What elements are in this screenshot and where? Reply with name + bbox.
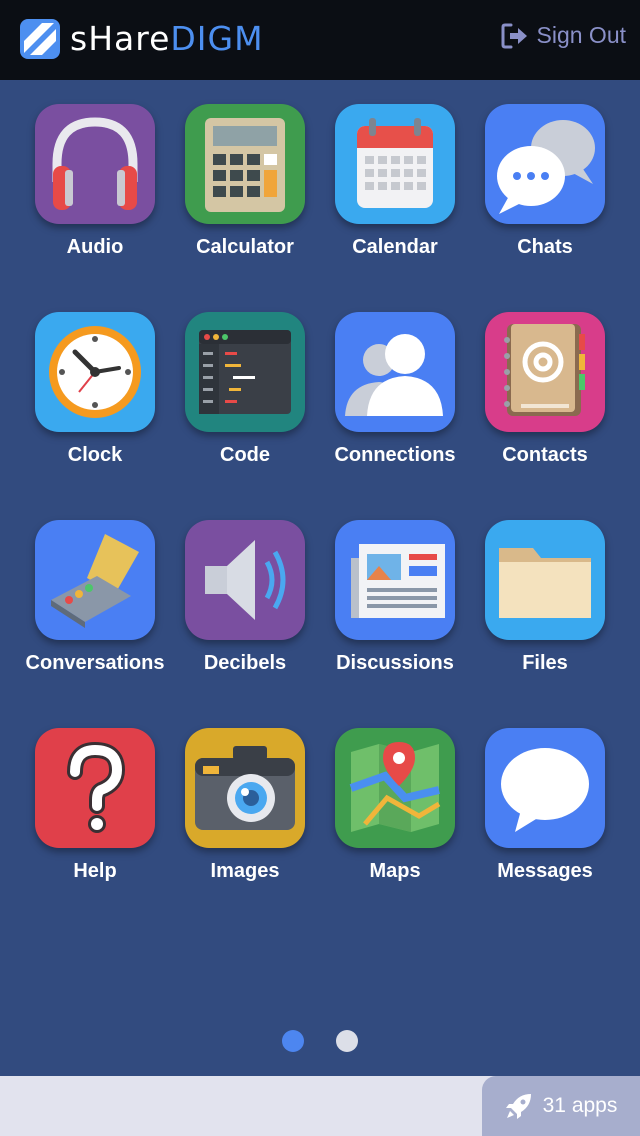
app-conversations[interactable]: Conversations xyxy=(20,520,170,678)
app-tile xyxy=(185,520,305,640)
calculator-icon xyxy=(205,118,285,212)
page-dot-2[interactable] xyxy=(336,1030,358,1052)
brand-part1: sHare xyxy=(70,19,171,58)
sign-out-label: Sign Out xyxy=(536,22,627,48)
logo[interactable]: sHareDIGM xyxy=(20,19,264,59)
address-book-icon xyxy=(504,324,585,416)
sign-out-icon xyxy=(501,23,527,48)
app-messages[interactable]: Messages xyxy=(470,728,620,886)
page-indicator xyxy=(0,1030,640,1052)
app-tile xyxy=(335,312,455,432)
top-bar: sHareDIGM Sign Out xyxy=(0,0,640,80)
app-tile xyxy=(335,520,455,640)
app-tile xyxy=(35,728,155,848)
message-bubble-icon xyxy=(501,748,589,832)
app-tile xyxy=(35,520,155,640)
app-label: Clock xyxy=(67,444,123,466)
app-label: Maps xyxy=(369,860,421,882)
app-help[interactable]: Help xyxy=(20,728,170,886)
app-tile xyxy=(485,520,605,640)
app-calendar[interactable]: Calendar xyxy=(320,104,470,262)
app-label: Calculator xyxy=(196,236,294,258)
app-calculator[interactable]: Calculator xyxy=(170,104,320,262)
question-mark-icon xyxy=(67,741,126,833)
app-files[interactable]: Files xyxy=(470,520,620,678)
page-dot-1[interactable] xyxy=(282,1030,304,1052)
app-clock[interactable]: Clock xyxy=(20,312,170,470)
sign-out-button[interactable]: Sign Out xyxy=(501,22,627,49)
app-tile xyxy=(185,104,305,224)
app-tile xyxy=(335,728,455,848)
newspaper-icon xyxy=(351,544,445,618)
all-apps-button[interactable]: 31 apps xyxy=(482,1076,640,1136)
app-tile xyxy=(335,104,455,224)
rocket-icon xyxy=(505,1094,531,1119)
app-label: Decibels xyxy=(203,652,287,674)
headphones-icon xyxy=(52,117,138,210)
app-label: Audio xyxy=(66,236,124,258)
app-label: Connections xyxy=(334,444,456,466)
app-tile xyxy=(485,728,605,848)
people-icon xyxy=(345,334,443,416)
camera-icon xyxy=(195,746,295,830)
app-tile xyxy=(35,312,155,432)
app-code[interactable]: Code xyxy=(170,312,320,470)
app-maps[interactable]: Maps xyxy=(320,728,470,886)
app-label: Images xyxy=(210,860,280,882)
app-tile xyxy=(185,728,305,848)
brand-part2: DIGM xyxy=(170,19,264,58)
app-discussions[interactable]: Discussions xyxy=(320,520,470,678)
app-images[interactable]: Images xyxy=(170,728,320,886)
apps-count-label: 31 apps xyxy=(542,1094,618,1117)
app-connections[interactable]: Connections xyxy=(320,312,470,470)
clock-icon xyxy=(49,326,141,418)
folder-icon xyxy=(499,548,591,618)
app-label: Calendar xyxy=(352,236,438,258)
app-label: Discussions xyxy=(336,652,454,674)
app-decibels[interactable]: Decibels xyxy=(170,520,320,678)
app-label: Code xyxy=(220,444,270,466)
app-audio[interactable]: Audio xyxy=(20,104,170,262)
app-tile xyxy=(185,312,305,432)
map-icon xyxy=(349,742,441,832)
app-label: Conversations xyxy=(25,652,165,674)
chat-bubbles-icon xyxy=(497,120,595,214)
speaker-icon xyxy=(205,540,286,620)
app-tile xyxy=(35,104,155,224)
code-editor-icon xyxy=(199,330,291,414)
calendar-icon xyxy=(357,118,433,208)
brand-name: sHareDIGM xyxy=(70,19,264,59)
app-tile xyxy=(485,104,605,224)
app-label: Contacts xyxy=(502,444,588,466)
app-label: Files xyxy=(522,652,568,674)
logo-mark-icon xyxy=(20,19,60,59)
app-label: Help xyxy=(73,860,117,882)
voice-recorder-icon xyxy=(51,534,139,628)
app-label: Chats xyxy=(517,236,573,258)
app-contacts[interactable]: Contacts xyxy=(470,312,620,470)
app-tile xyxy=(485,312,605,432)
app-chats[interactable]: Chats xyxy=(470,104,620,262)
app-label: Messages xyxy=(497,860,593,882)
